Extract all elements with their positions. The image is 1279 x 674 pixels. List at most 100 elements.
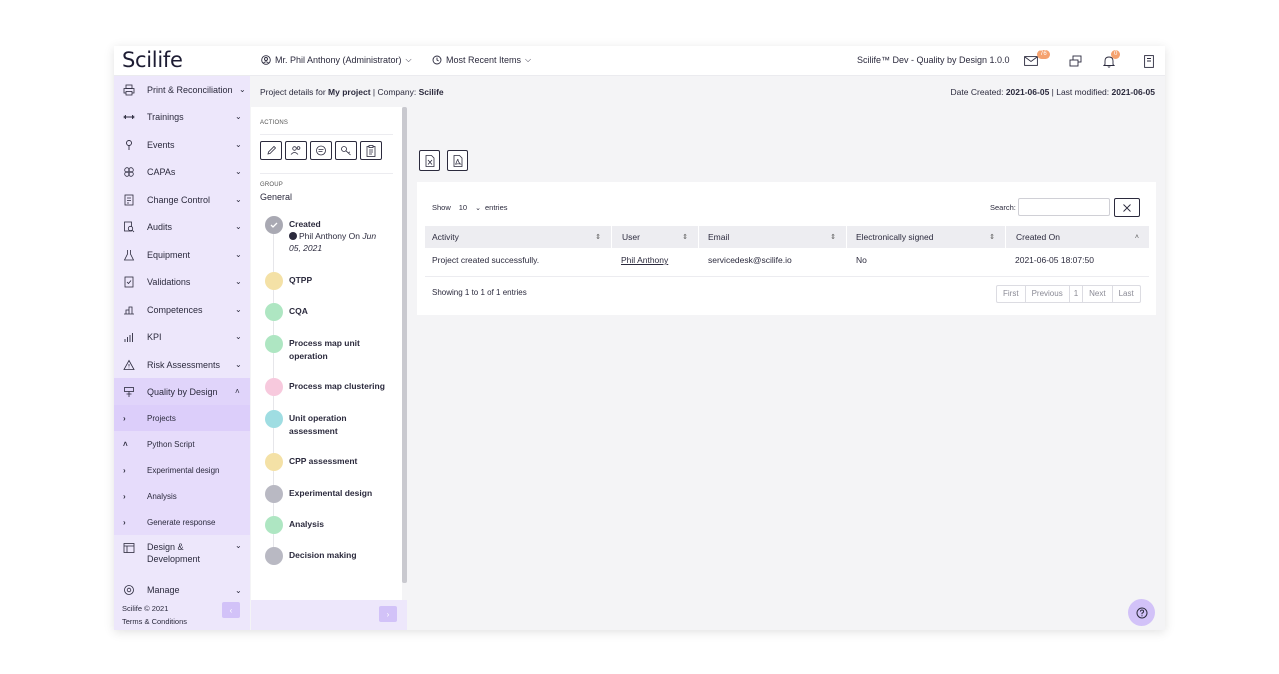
sidebar-item-design-development[interactable]: Design & Development ⌄ bbox=[114, 538, 250, 570]
document-button[interactable] bbox=[1141, 54, 1157, 68]
sidebar-subitem-experimental-design[interactable]: › Experimental design bbox=[114, 457, 250, 483]
help-button[interactable] bbox=[1128, 599, 1155, 626]
actions-toolbar bbox=[260, 141, 382, 160]
check-doc-icon bbox=[123, 276, 135, 288]
sidebar-item-competences[interactable]: Competences ⌄ bbox=[114, 296, 250, 323]
gear-icon bbox=[123, 584, 135, 596]
help-icon bbox=[1136, 607, 1147, 618]
key-button[interactable] bbox=[335, 141, 357, 160]
clipboard-button[interactable] bbox=[360, 141, 382, 160]
column-header-created-on[interactable]: Created On ˄ bbox=[1006, 226, 1149, 248]
chevron-right-icon: › bbox=[123, 517, 126, 527]
sort-asc-icon: ˄ bbox=[1134, 233, 1139, 241]
step-label: Process map unit operation bbox=[289, 338, 360, 361]
page-length-select[interactable]: 10 ⌄ bbox=[459, 203, 481, 212]
sidebar-item-equipment[interactable]: Equipment ⌄ bbox=[114, 241, 250, 268]
column-label: Email bbox=[708, 232, 730, 242]
chevron-right-icon: › bbox=[123, 465, 126, 475]
notifications-button[interactable]: 0 bbox=[1101, 50, 1121, 68]
sidebar-subitem-analysis[interactable]: › Analysis bbox=[114, 483, 250, 509]
sort-icon: ⇕ bbox=[830, 234, 836, 241]
chevron-down-icon: ⌄ bbox=[235, 585, 242, 595]
sidebar-item-capas[interactable]: CAPAs ⌄ bbox=[114, 158, 250, 185]
pagination-page-1[interactable]: 1 bbox=[1070, 286, 1084, 302]
sidebar-item-events[interactable]: Events ⌄ bbox=[114, 131, 250, 158]
sidebar-item-manage[interactable]: Manage ⌄ bbox=[114, 578, 250, 602]
chevron-right-icon: › bbox=[123, 491, 126, 501]
sidebar-item-trainings[interactable]: Trainings ⌄ bbox=[114, 103, 250, 130]
recent-label: Most Recent Items bbox=[446, 55, 522, 65]
sidebar-item-kpi[interactable]: KPI ⌄ bbox=[114, 323, 250, 350]
step-dot bbox=[265, 516, 283, 534]
sidebar-subitem-projects[interactable]: › Projects bbox=[114, 405, 250, 431]
collapse-sidebar-button[interactable]: ‹ bbox=[222, 602, 240, 618]
step-label: Created bbox=[289, 219, 321, 229]
sidebar-subitem-python-script[interactable]: ˄ Python Script bbox=[114, 431, 250, 457]
dumbbell-icon bbox=[123, 111, 135, 123]
step-label: QTPP bbox=[289, 275, 313, 285]
sidebar-item-risk-assessments[interactable]: Risk Assessments ⌄ bbox=[114, 351, 250, 378]
modified-date: 2021-06-05 bbox=[1111, 87, 1155, 97]
chevron-up-icon: ˄ bbox=[123, 439, 128, 449]
sidebar-item-print-reconciliation[interactable]: Print & Reconciliation ⌄ bbox=[114, 76, 250, 103]
panel-scrollbar[interactable] bbox=[402, 107, 407, 583]
export-pdf-button[interactable] bbox=[447, 150, 468, 171]
warning-icon bbox=[123, 359, 135, 371]
column-header-user[interactable]: User ⇕ bbox=[612, 226, 699, 248]
sidebar-subitem-generate-response[interactable]: › Generate response bbox=[114, 509, 250, 535]
pagination-last[interactable]: Last bbox=[1113, 286, 1140, 302]
edit-button[interactable] bbox=[260, 141, 282, 160]
column-label: User bbox=[622, 232, 640, 242]
sidebar-item-change-control[interactable]: Change Control ⌄ bbox=[114, 186, 250, 213]
user-menu[interactable]: Mr. Phil Anthony (Administrator) ⌵ bbox=[261, 55, 412, 65]
column-label: Activity bbox=[432, 232, 459, 242]
column-header-activity[interactable]: Activity ⇕ bbox=[425, 226, 612, 248]
company-label: | Company: bbox=[370, 87, 419, 97]
pagination-next[interactable]: Next bbox=[1083, 286, 1113, 302]
mail-button[interactable]: 76 bbox=[1023, 50, 1050, 68]
sidebar-item-validations[interactable]: Validations ⌄ bbox=[114, 268, 250, 295]
table-header: Activity ⇕ User ⇕ Email ⇕ Electronically si… bbox=[425, 226, 1149, 248]
sidebar-item-label: CAPAs bbox=[147, 166, 176, 177]
excel-file-icon bbox=[425, 154, 434, 167]
app-window: Scilife Mr. Phil Anthony (Administrator)… bbox=[114, 46, 1165, 630]
chevron-right-icon: › bbox=[123, 413, 126, 423]
users-button[interactable] bbox=[285, 141, 307, 160]
windows-icon bbox=[1069, 55, 1081, 67]
step-label: Decision making bbox=[289, 550, 357, 560]
sort-icon: ⇕ bbox=[989, 234, 995, 241]
windows-button[interactable] bbox=[1067, 54, 1083, 68]
sidebar-item-label: Trainings bbox=[147, 111, 184, 122]
recent-items-menu[interactable]: Most Recent Items ⌵ bbox=[432, 55, 531, 65]
cell-user-link[interactable]: Phil Anthony bbox=[621, 255, 668, 265]
user-name: Mr. Phil Anthony (Administrator) bbox=[275, 55, 402, 65]
sort-icon: ⇕ bbox=[682, 234, 688, 241]
project-prefix: Project details for bbox=[260, 87, 329, 97]
group-value: General bbox=[260, 192, 293, 202]
collapse-panel-button[interactable]: › bbox=[379, 606, 397, 622]
chevron-right-icon: › bbox=[386, 609, 390, 619]
workflow-panel: ACTIONS GROUP General Created Phil Antho… bbox=[251, 107, 402, 600]
pencil-icon bbox=[266, 145, 276, 155]
page-length-value: 10 bbox=[458, 203, 468, 212]
company-name: Scilife bbox=[418, 87, 444, 97]
history-icon bbox=[432, 55, 442, 65]
modified-label: | Last modified: bbox=[1049, 87, 1112, 97]
column-header-electronically-signed[interactable]: Electronically signed ⇕ bbox=[847, 226, 1006, 248]
export-excel-button[interactable] bbox=[419, 150, 440, 171]
comment-button[interactable] bbox=[310, 141, 332, 160]
sidebar-item-label: Manage bbox=[147, 585, 180, 595]
sidebar-item-quality-by-design[interactable]: Quality by Design ˄ bbox=[114, 378, 250, 405]
sidebar-item-label: Change Control bbox=[147, 194, 211, 205]
cell-signed: No bbox=[856, 255, 867, 265]
chevron-down-icon: ⌄ bbox=[235, 167, 242, 176]
column-header-email[interactable]: Email ⇕ bbox=[699, 226, 847, 248]
sidebar-item-audits[interactable]: Audits ⌄ bbox=[114, 213, 250, 240]
terms-link[interactable]: Terms & Conditions bbox=[122, 615, 187, 628]
pagination-previous[interactable]: Previous bbox=[1026, 286, 1070, 302]
chevron-down-icon: ⌵ bbox=[405, 55, 412, 64]
search-input[interactable] bbox=[1018, 198, 1110, 216]
clear-search-button[interactable] bbox=[1114, 198, 1140, 217]
pagination-first[interactable]: First bbox=[997, 286, 1026, 302]
competence-icon bbox=[123, 304, 135, 316]
